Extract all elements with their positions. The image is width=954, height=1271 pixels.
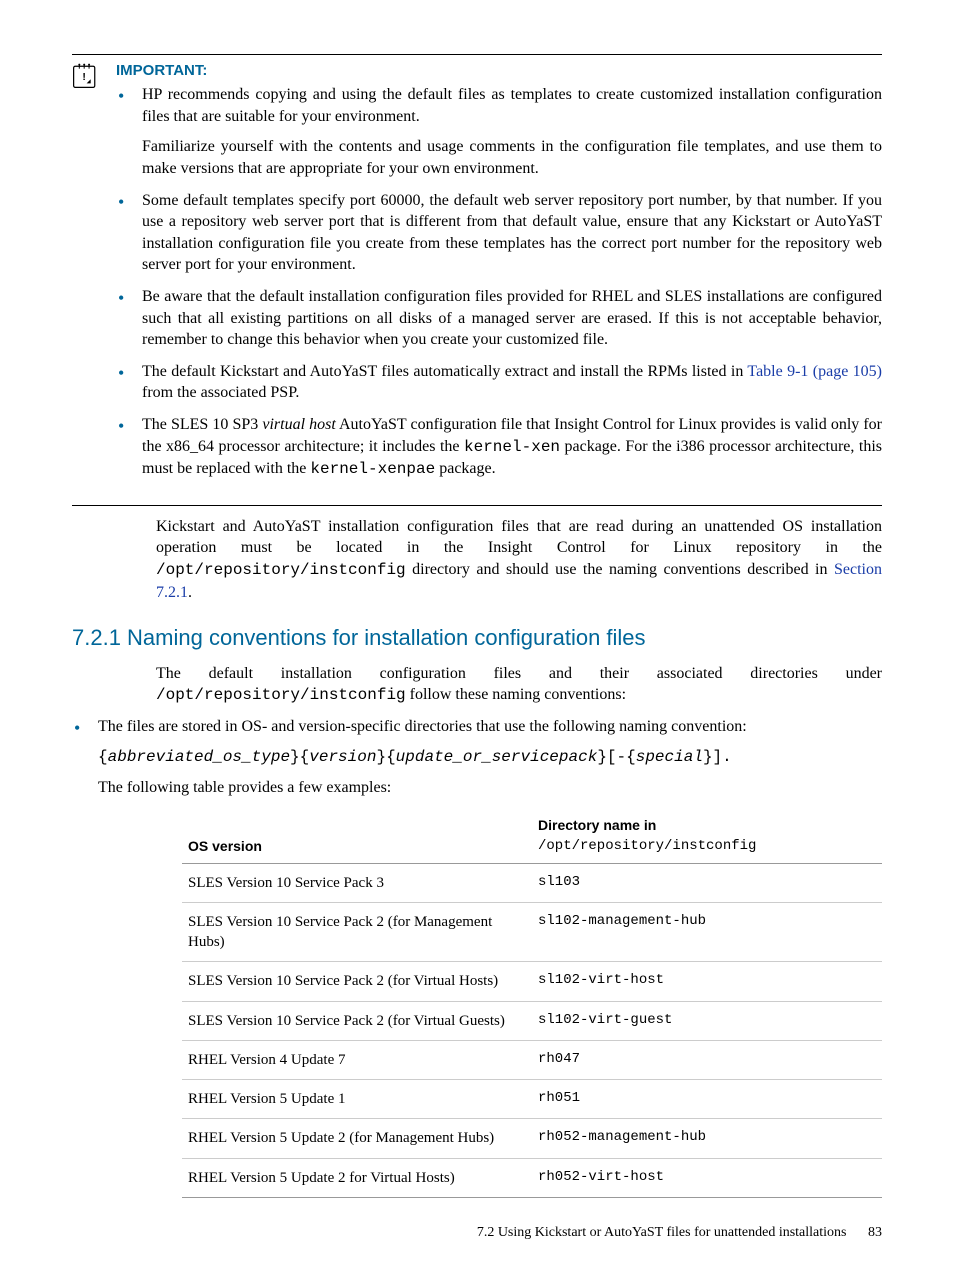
heading-7-2-1: 7.2.1 Naming conventions for installatio… <box>72 623 882 653</box>
cell-dir: sl102-virt-guest <box>532 1001 882 1040</box>
cell-os: SLES Version 10 Service Pack 2 (for Mana… <box>182 902 532 962</box>
cell-dir: sl102-management-hub <box>532 902 882 962</box>
table-row: SLES Version 10 Service Pack 2 (for Virt… <box>182 1001 882 1040</box>
cell-os: RHEL Version 4 Update 7 <box>182 1040 532 1079</box>
cell-os: SLES Version 10 Service Pack 2 (for Virt… <box>182 1001 532 1040</box>
pat-h: special <box>636 748 703 766</box>
body-para-e: . <box>188 584 192 601</box>
bullet-5-g: package. <box>435 460 495 477</box>
pat-b: abbreviated_os_type <box>108 748 290 766</box>
bullet-5-b: virtual host <box>262 416 335 433</box>
bullet-5-d: kernel-xen <box>464 438 560 456</box>
bullet-5-para: The SLES 10 SP3 virtual host AutoYaST co… <box>142 414 882 481</box>
important-label: IMPORTANT: <box>116 61 882 81</box>
bullet-4-para: The default Kickstart and AutoYaST files… <box>142 361 882 404</box>
naming-bullet-1: The files are stored in OS- and version-… <box>72 716 882 799</box>
bullet-5-f: kernel-xenpae <box>310 460 435 478</box>
pat-e: }{ <box>376 748 395 766</box>
cell-os: RHEL Version 5 Update 1 <box>182 1080 532 1119</box>
intro721-a: The default installation configuration f… <box>156 665 882 682</box>
examples-lead: The following table provides a few examp… <box>98 777 882 799</box>
table-row: SLES Version 10 Service Pack 3 sl103 <box>182 863 882 902</box>
icon-column: ! <box>72 61 108 96</box>
pat-g: }[-{ <box>597 748 635 766</box>
bullet-5-a: The SLES 10 SP3 <box>142 416 262 433</box>
intro721-c: follow these naming conventions: <box>406 686 626 703</box>
bullet-3-para-1: Be aware that the default installation c… <box>142 286 882 351</box>
page: ! IMPORTANT: HP recommends copying and u… <box>0 0 954 1271</box>
para-721-intro: The default installation configuration f… <box>156 663 882 707</box>
bullet-4-post: from the associated PSP. <box>142 384 299 401</box>
body-para-b: /opt/repository/instconfig <box>156 561 406 579</box>
svg-text:!: ! <box>82 71 86 83</box>
naming-pattern: {abbreviated_os_type}{version}{update_or… <box>98 747 882 769</box>
cell-os: SLES Version 10 Service Pack 3 <box>182 863 532 902</box>
bullet-3: Be aware that the default installation c… <box>116 286 882 351</box>
th-dir-a: Directory name in <box>538 817 656 833</box>
cell-os: SLES Version 10 Service Pack 2 (for Virt… <box>182 962 532 1001</box>
bullet-2-para-1: Some default templates specify port 6000… <box>142 190 882 276</box>
table-row: SLES Version 10 Service Pack 2 (for Virt… <box>182 962 882 1001</box>
table-row: RHEL Version 5 Update 2 (for Management … <box>182 1119 882 1158</box>
table-row: RHEL Version 4 Update 7 rh047 <box>182 1040 882 1079</box>
th-os-version: OS version <box>182 809 532 863</box>
cell-dir: sl103 <box>532 863 882 902</box>
important-block: ! IMPORTANT: HP recommends copying and u… <box>72 61 882 491</box>
page-footer: 7.2 Using Kickstart or AutoYaST files fo… <box>477 1224 882 1243</box>
th-dir-b: /opt/repository/instconfig <box>538 838 756 854</box>
footer-page-number: 83 <box>868 1225 882 1240</box>
cell-dir: rh047 <box>532 1040 882 1079</box>
table-row: SLES Version 10 Service Pack 2 (for Mana… <box>182 902 882 962</box>
body-para-a: Kickstart and AutoYaST installation conf… <box>156 518 882 557</box>
cell-os: RHEL Version 5 Update 2 for Virtual Host… <box>182 1158 532 1197</box>
bullet-1: HP recommends copying and using the defa… <box>116 84 882 179</box>
bullet-4: The default Kickstart and AutoYaST files… <box>116 361 882 404</box>
cell-dir: sl102-virt-host <box>532 962 882 1001</box>
pat-a: { <box>98 748 108 766</box>
table-row: RHEL Version 5 Update 2 for Virtual Host… <box>182 1158 882 1197</box>
pat-d: version <box>309 748 376 766</box>
top-rule <box>72 54 882 55</box>
important-bullets: HP recommends copying and using the defa… <box>116 84 882 481</box>
important-note-icon: ! <box>72 76 98 93</box>
footer-text: 7.2 Using Kickstart or AutoYaST files fo… <box>477 1225 847 1240</box>
pat-c: }{ <box>290 748 309 766</box>
th-dir-name: Directory name in /opt/repository/instco… <box>532 809 882 863</box>
body-para: Kickstart and AutoYaST installation conf… <box>156 516 882 603</box>
intro721-b: /opt/repository/instconfig <box>156 686 406 704</box>
body-para-c: directory and should use the naming conv… <box>406 561 834 578</box>
bullet-1-para-1: HP recommends copying and using the defa… <box>142 84 882 127</box>
cell-os: RHEL Version 5 Update 2 (for Management … <box>182 1119 532 1158</box>
bullet-2: Some default templates specify port 6000… <box>116 190 882 276</box>
bullet-4-link[interactable]: Table 9-1 (page 105) <box>747 363 882 380</box>
cell-dir: rh052-virt-host <box>532 1158 882 1197</box>
table-row: RHEL Version 5 Update 1 rh051 <box>182 1080 882 1119</box>
cell-dir: rh051 <box>532 1080 882 1119</box>
pat-i: }]. <box>703 748 732 766</box>
naming-bullets: The files are stored in OS- and version-… <box>72 716 882 799</box>
bullet-1-para-2: Familiarize yourself with the contents a… <box>142 136 882 179</box>
bullet-4-pre: The default Kickstart and AutoYaST files… <box>142 363 747 380</box>
naming-bullet-text: The files are stored in OS- and version-… <box>98 716 882 738</box>
table-header-row: OS version Directory name in /opt/reposi… <box>182 809 882 863</box>
bullet-5: The SLES 10 SP3 virtual host AutoYaST co… <box>116 414 882 481</box>
pat-f: update_or_servicepack <box>396 748 598 766</box>
cell-dir: rh052-management-hub <box>532 1119 882 1158</box>
table-body: SLES Version 10 Service Pack 3 sl103 SLE… <box>182 863 882 1197</box>
bottom-rule <box>72 505 882 506</box>
directory-table: OS version Directory name in /opt/reposi… <box>182 809 882 1198</box>
important-content: IMPORTANT: HP recommends copying and usi… <box>116 61 882 491</box>
